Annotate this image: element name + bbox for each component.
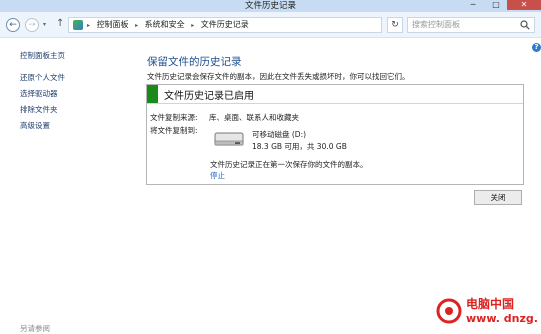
search-icon[interactable] — [520, 20, 530, 30]
address-bar[interactable]: ▸ 控制面板 ▸ 系统和安全 ▸ 文件历史记录 ▾ — [68, 17, 444, 33]
breadcrumb-separator-icon[interactable]: ▸ — [135, 22, 138, 29]
copy-from-label: 文件复制来源: — [150, 113, 198, 122]
page-description: 文件历史记录会保存文件的副本，因此在文件丢失或损坏时，你可以找回它们。 — [147, 72, 410, 81]
stop-link[interactable]: 停止 — [210, 170, 225, 181]
backup-progress-message: 文件历史记录正在第一次保存你的文件的副本。 — [210, 160, 368, 169]
breadcrumb-separator-icon[interactable]: ▸ — [191, 22, 194, 29]
maximize-button[interactable]: □ — [485, 0, 507, 10]
status-text: 文件历史记录已启用 — [164, 91, 254, 102]
sidebar-item-exclude-folders[interactable]: 排除文件夹 — [20, 104, 58, 115]
site-logo-icon — [436, 298, 462, 324]
refresh-button[interactable]: ↻ — [387, 17, 403, 33]
control-panel-icon — [73, 20, 83, 30]
sidebar: 控制面板主页 还原个人文件 选择驱动器 排除文件夹 高级设置 另请参阅 — [0, 38, 140, 334]
page-title: 保留文件的历史记录 — [147, 56, 242, 68]
window-title: 文件历史记录 — [244, 1, 296, 11]
title-bar: 文件历史记录 ─ □ ✕ — [0, 0, 541, 12]
copy-from-value: 库、桌面、联系人和收藏夹 — [209, 113, 299, 122]
sidebar-item-control-panel-home[interactable]: 控制面板主页 — [20, 50, 65, 61]
drive-space: 18.3 GB 可用，共 30.0 GB — [252, 142, 347, 151]
recent-locations-chevron-icon[interactable]: ▾ — [43, 21, 46, 28]
forward-button[interactable]: → — [25, 18, 39, 32]
breadcrumb-separator-icon[interactable]: ▸ — [87, 22, 90, 29]
sidebar-item-advanced-settings[interactable]: 高级设置 — [20, 120, 50, 131]
sidebar-item-select-drive[interactable]: 选择驱动器 — [20, 88, 58, 99]
help-icon[interactable]: ? — [532, 43, 541, 52]
search-input[interactable]: 搜索控制面板 — [412, 18, 460, 32]
drive-name: 可移动磁盘 (D:) — [252, 130, 307, 139]
breadcrumb-system-security[interactable]: 系统和安全 — [145, 20, 185, 29]
breadcrumb-file-history[interactable]: 文件历史记录 — [201, 20, 249, 29]
watermark-url: www. dnzg. cn — [466, 312, 541, 325]
removable-drive-icon — [214, 132, 244, 146]
close-window-button[interactable]: ✕ — [507, 0, 541, 10]
breadcrumb-control-panel[interactable]: 控制面板 — [97, 20, 129, 29]
status-indicator — [147, 85, 158, 103]
status-header: 文件历史记录已启用 — [147, 85, 523, 104]
close-button[interactable]: 关闭 — [474, 190, 522, 205]
see-also-heading: 另请参阅 — [20, 324, 50, 333]
copy-to-label: 将文件复制到: — [150, 126, 198, 135]
watermark-name: 电脑中国 — [466, 297, 515, 311]
sidebar-item-restore-files[interactable]: 还原个人文件 — [20, 72, 65, 83]
navigation-bar: ← → ▾ ↑ ▸ 控制面板 ▸ 系统和安全 ▸ 文件历史记录 ▾ ↻ 搜索控制… — [0, 12, 541, 38]
breadcrumb: ▸ 控制面板 ▸ 系统和安全 ▸ 文件历史记录 — [87, 18, 253, 33]
search-box[interactable]: 搜索控制面板 — [407, 17, 535, 33]
back-button[interactable]: ← — [6, 18, 20, 32]
minimize-button[interactable]: ─ — [462, 0, 484, 10]
up-button[interactable]: ↑ — [56, 18, 64, 29]
watermark: 电脑中国 www. dnzg. cn — [418, 286, 541, 334]
file-history-status-panel: 文件历史记录已启用 文件复制来源: 库、桌面、联系人和收藏夹 将文件复制到: 可… — [146, 84, 524, 185]
